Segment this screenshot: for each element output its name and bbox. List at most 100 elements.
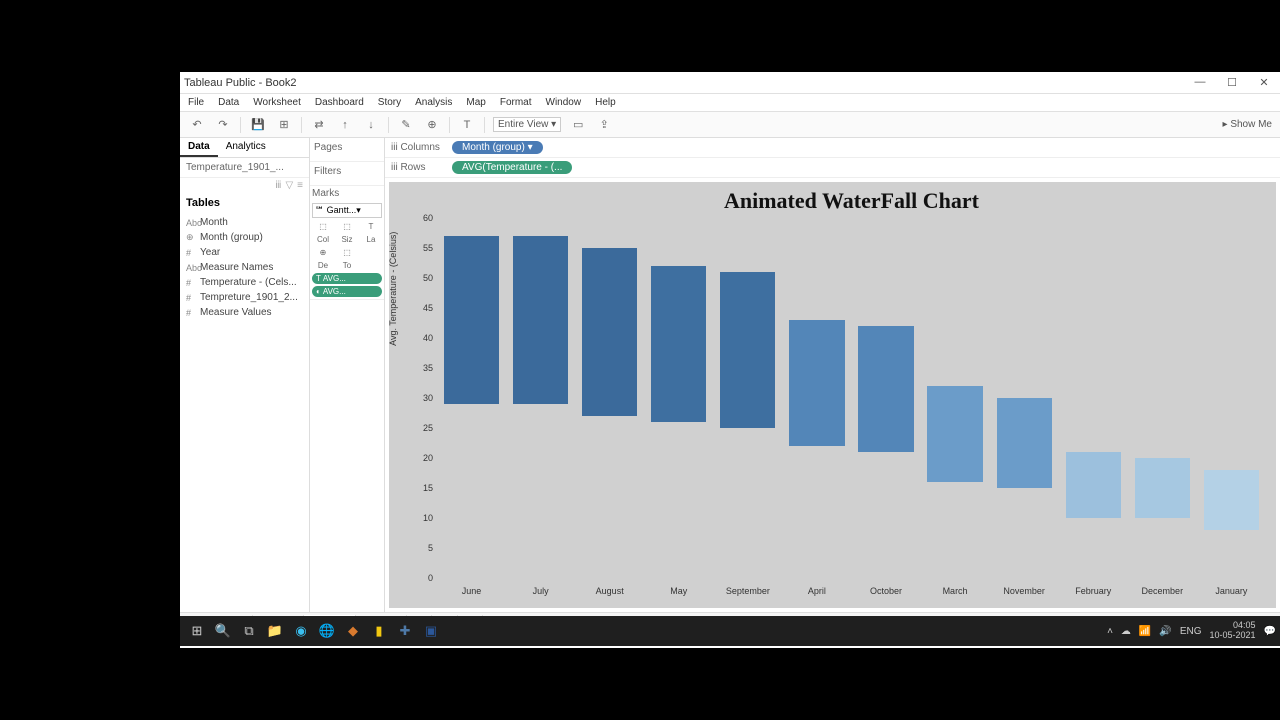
view-area: iii Columns Month (group) ▾ iii Rows AVG… <box>385 138 1280 612</box>
menu-icon[interactable]: ≡ <box>297 180 303 191</box>
bar-December[interactable]: December <box>1128 218 1197 578</box>
bar-January[interactable]: January <box>1197 218 1266 578</box>
marks-shelf: Marks <box>312 188 382 199</box>
close-button[interactable]: ✕ <box>1252 76 1276 89</box>
x-label: May <box>670 586 687 596</box>
menu-help[interactable]: Help <box>595 97 616 108</box>
field-0[interactable]: AbcMonth <box>180 215 309 230</box>
minimize-button[interactable]: — <box>1188 76 1212 89</box>
field-6[interactable]: #Measure Values <box>180 305 309 320</box>
bar-October[interactable]: October <box>851 218 920 578</box>
menu-format[interactable]: Format <box>500 97 532 108</box>
tray-chevron-icon[interactable]: ˄ <box>1107 626 1113 637</box>
y-axis-label: Avg. Temperature - (Celsius) <box>388 232 398 346</box>
marks-size[interactable]: ⬚ <box>336 221 358 232</box>
bar-November[interactable]: November <box>990 218 1059 578</box>
marks-label[interactable]: T <box>360 221 382 232</box>
app-icon[interactable]: ◆ <box>340 618 366 644</box>
search-icon[interactable]: 🔍 <box>210 618 236 644</box>
x-label: February <box>1075 586 1111 596</box>
field-5[interactable]: #Tempreture_1901_2... <box>180 290 309 305</box>
word-icon[interactable]: ▣ <box>418 618 444 644</box>
menu-story[interactable]: Story <box>378 97 401 108</box>
bar-February[interactable]: February <box>1059 218 1128 578</box>
label-icon[interactable]: T <box>458 116 476 134</box>
share-icon[interactable]: ⇪ <box>595 116 613 134</box>
y-tick: 15 <box>423 483 433 493</box>
menu-window[interactable]: Window <box>546 97 582 108</box>
menu-data[interactable]: Data <box>218 97 239 108</box>
bar-March[interactable]: March <box>921 218 990 578</box>
y-tick: 35 <box>423 363 433 373</box>
x-label: November <box>1003 586 1045 596</box>
tray-notifications-icon[interactable]: 💬 <box>1264 626 1276 637</box>
field-4[interactable]: #Temperature - (Cels... <box>180 275 309 290</box>
y-tick: 55 <box>423 243 433 253</box>
window-title: Tableau Public - Book2 <box>184 77 1188 89</box>
data-pane: Data Analytics Temperature_1901_... ⅲ ▽ … <box>180 138 310 612</box>
menu-map[interactable]: Map <box>466 97 485 108</box>
x-label: December <box>1142 586 1184 596</box>
columns-shelf-label: iii Columns <box>391 142 446 153</box>
bar-June[interactable]: June <box>437 218 506 578</box>
sort-asc-icon[interactable]: ↑ <box>336 116 354 134</box>
powerbi-icon[interactable]: ▮ <box>366 618 392 644</box>
field-2[interactable]: #Year <box>180 245 309 260</box>
tray-wifi-icon[interactable]: 📶 <box>1139 626 1151 637</box>
data-source-name[interactable]: Temperature_1901_... <box>180 158 309 178</box>
start-button[interactable]: ⊞ <box>184 618 210 644</box>
tab-data[interactable]: Data <box>180 138 218 157</box>
y-tick: 50 <box>423 273 433 283</box>
tray-volume-icon[interactable]: 🔊 <box>1159 626 1171 637</box>
menu-worksheet[interactable]: Worksheet <box>253 97 301 108</box>
marks-color[interactable]: ⬚ <box>312 221 334 232</box>
pages-shelf[interactable]: Pages <box>314 142 380 153</box>
field-3[interactable]: AbcMeasure Names <box>180 260 309 275</box>
tray-lang[interactable]: ENG <box>1180 626 1202 637</box>
chart-canvas[interactable]: Animated WaterFall Chart Avg. Temperatur… <box>389 182 1276 608</box>
maximize-button[interactable]: ☐ <box>1220 76 1244 89</box>
show-me-button[interactable]: ▸ Show Me <box>1223 119 1272 130</box>
system-clock[interactable]: 04:05 10-05-2021 <box>1210 621 1256 641</box>
menu-file[interactable]: File <box>188 97 204 108</box>
new-data-icon[interactable]: ⊞ <box>275 116 293 134</box>
redo-icon[interactable]: ↷ <box>214 116 232 134</box>
undo-icon[interactable]: ↶ <box>188 116 206 134</box>
edge-icon[interactable]: ◉ <box>288 618 314 644</box>
sort-desc-icon[interactable]: ↓ <box>362 116 380 134</box>
marks-type-dropdown[interactable]: ℠ Gantt...▾ <box>312 203 382 218</box>
swap-icon[interactable]: ⇄ <box>310 116 328 134</box>
fit-dropdown[interactable]: Entire View ▾ <box>493 117 561 132</box>
y-tick: 5 <box>428 543 433 553</box>
y-tick: 45 <box>423 303 433 313</box>
field-1[interactable]: ⊕Month (group) <box>180 230 309 245</box>
marks-tooltip[interactable]: ⬚ <box>336 247 358 258</box>
highlight-icon[interactable]: ✎ <box>397 116 415 134</box>
bar-September[interactable]: September <box>713 218 782 578</box>
group-icon[interactable]: ⊕ <box>423 116 441 134</box>
task-view-icon[interactable]: ⧉ <box>236 618 262 644</box>
menu-dashboard[interactable]: Dashboard <box>315 97 364 108</box>
bar-August[interactable]: August <box>575 218 644 578</box>
filters-shelf[interactable]: Filters <box>314 166 380 177</box>
bar-April[interactable]: April <box>782 218 851 578</box>
marks-detail[interactable]: ⊕ <box>312 247 334 258</box>
tray-cloud-icon[interactable]: ☁ <box>1121 626 1131 637</box>
save-icon[interactable]: 💾 <box>249 116 267 134</box>
chrome-icon[interactable]: 🌐 <box>314 618 340 644</box>
rows-pill[interactable]: AVG(Temperature - (... <box>452 161 572 174</box>
marks-color-pill[interactable]: ◐AVG... <box>312 286 382 297</box>
x-label: January <box>1215 586 1247 596</box>
y-tick: 20 <box>423 453 433 463</box>
bar-May[interactable]: May <box>644 218 713 578</box>
presentation-icon[interactable]: ▭ <box>569 116 587 134</box>
menu-analysis[interactable]: Analysis <box>415 97 452 108</box>
explorer-icon[interactable]: 📁 <box>262 618 288 644</box>
search-icon[interactable]: ⅲ <box>275 180 281 191</box>
tab-analytics[interactable]: Analytics <box>218 138 274 157</box>
filter-icon[interactable]: ▽ <box>285 180 293 191</box>
bar-July[interactable]: July <box>506 218 575 578</box>
columns-pill[interactable]: Month (group) ▾ <box>452 141 543 154</box>
marks-size-pill[interactable]: TAVG... <box>312 273 382 284</box>
tableau-icon[interactable]: ✚ <box>392 618 418 644</box>
